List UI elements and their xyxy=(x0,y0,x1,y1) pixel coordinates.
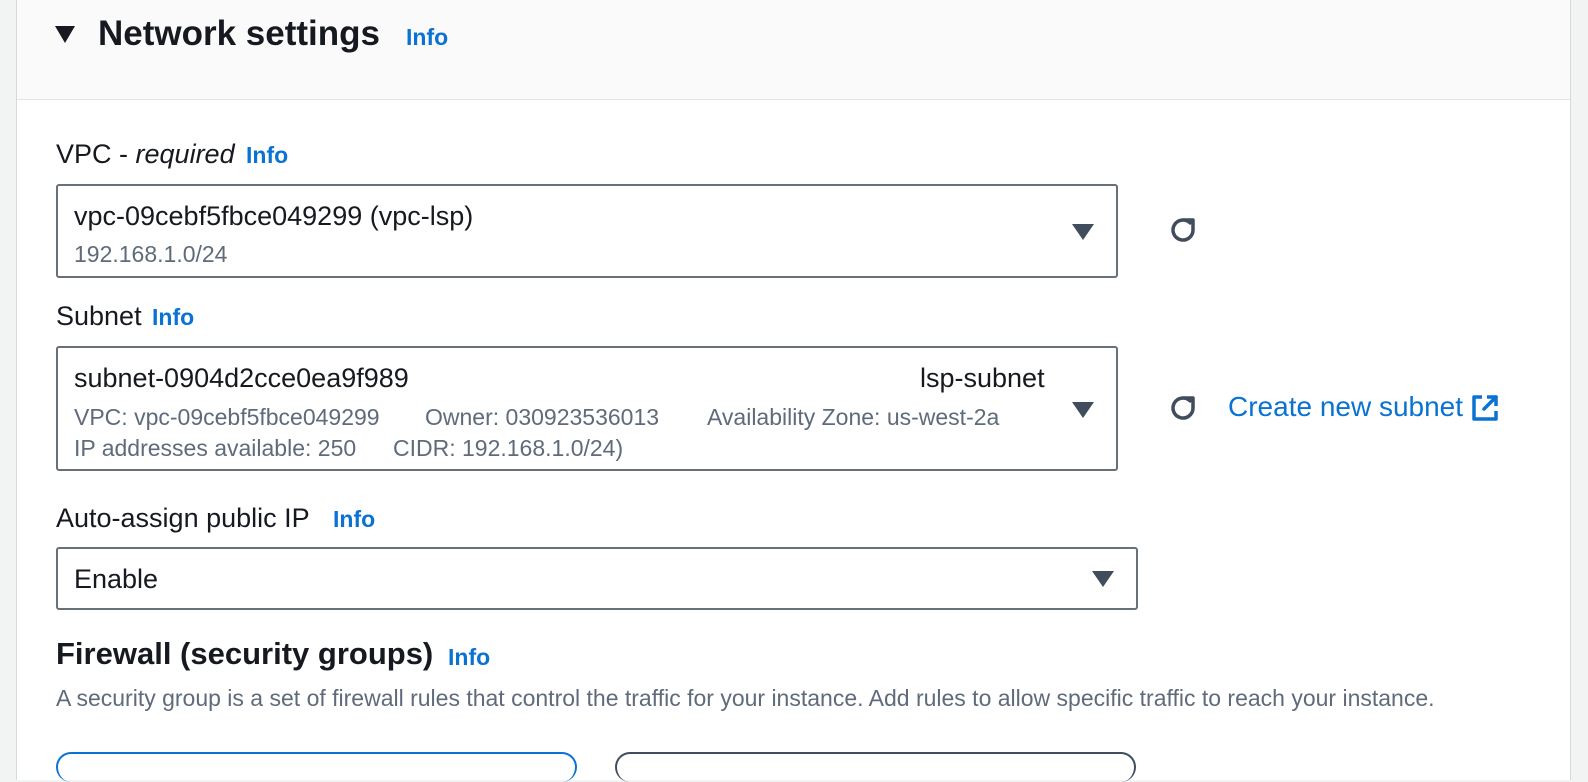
vpc-selected-value: vpc-09cebf5fbce049299 (vpc-lsp) xyxy=(74,201,474,231)
section-title: Network settings xyxy=(98,14,380,53)
subnet-ip-detail: IP addresses available: 250 xyxy=(74,435,357,461)
subnet-selected-id: subnet-0904d2cce0ea9f989 xyxy=(74,363,409,393)
subnet-owner-detail: Owner: 030923536013 xyxy=(425,404,660,430)
public-ip-select[interactable]: Enable xyxy=(56,547,1138,610)
firewall-info-link[interactable]: Info xyxy=(448,644,490,671)
chevron-down-icon xyxy=(1072,224,1094,240)
subnet-vpc-detail: VPC: vpc-09cebf5fbce049299 xyxy=(74,404,380,430)
external-link-icon[interactable] xyxy=(1470,393,1500,423)
subnet-info-link[interactable]: Info xyxy=(152,304,194,331)
section-info-link[interactable]: Info xyxy=(406,24,448,51)
select-security-group-option[interactable] xyxy=(615,752,1136,782)
subnet-label: Subnet xyxy=(56,301,142,331)
vpc-label: VPC - required xyxy=(56,137,235,171)
subnet-cidr-detail: CIDR: 192.168.1.0/24) xyxy=(393,435,624,461)
public-ip-label: Auto-assign public IP xyxy=(56,503,310,533)
firewall-description: A security group is a set of firewall ru… xyxy=(56,685,1435,711)
chevron-down-icon xyxy=(1072,402,1094,418)
firewall-title: Firewall (security groups) xyxy=(56,636,434,671)
create-security-group-option[interactable] xyxy=(56,752,577,782)
vpc-label-text: VPC - xyxy=(56,139,129,169)
subnet-refresh-icon[interactable] xyxy=(1165,390,1201,426)
subnet-selected-name: lsp-subnet xyxy=(920,363,1045,393)
create-new-subnet-link[interactable]: Create new subnet xyxy=(1228,391,1463,423)
vpc-selected-cidr: 192.168.1.0/24 xyxy=(74,241,228,267)
section-header[interactable]: Network settings Info xyxy=(17,0,1570,100)
public-ip-selected-value: Enable xyxy=(74,564,159,594)
public-ip-info-link[interactable]: Info xyxy=(333,506,375,533)
chevron-down-icon xyxy=(1092,571,1114,587)
collapse-caret-icon[interactable] xyxy=(55,26,75,43)
vpc-info-link[interactable]: Info xyxy=(246,142,288,169)
vpc-required-text: required xyxy=(135,139,235,169)
subnet-select[interactable]: subnet-0904d2cce0ea9f989 lsp-subnet VPC:… xyxy=(56,346,1118,471)
vpc-select[interactable]: vpc-09cebf5fbce049299 (vpc-lsp) 192.168.… xyxy=(56,184,1118,278)
network-settings-panel: Network settings Info VPC - required Inf… xyxy=(16,0,1571,782)
subnet-az-detail: Availability Zone: us-west-2a xyxy=(707,404,1000,430)
vpc-refresh-icon[interactable] xyxy=(1165,212,1201,248)
